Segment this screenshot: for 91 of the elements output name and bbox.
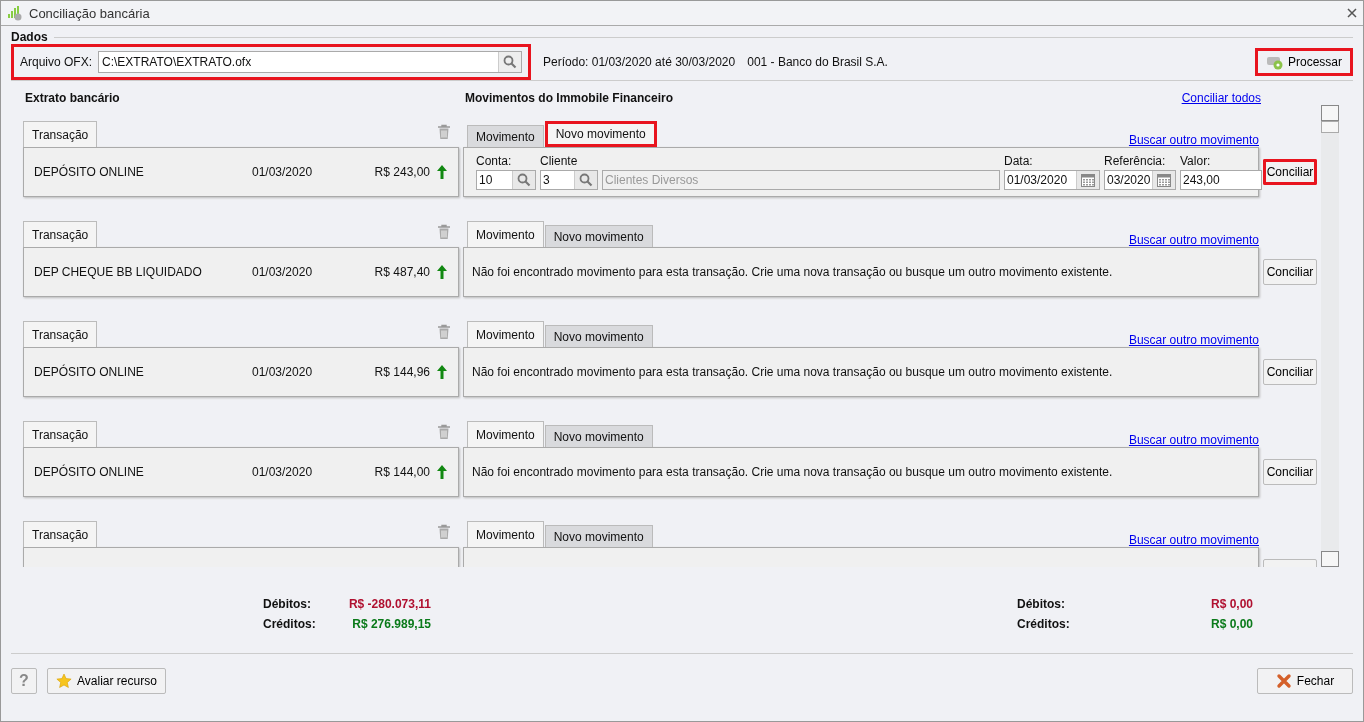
field-label: Conta: xyxy=(476,154,513,168)
column-title: Movimentos do Immobile Financeiro xyxy=(465,91,674,105)
trash-icon[interactable] xyxy=(437,324,451,340)
transaction-date: 01/03/2020 xyxy=(252,465,314,479)
process-button[interactable]: Processar xyxy=(1254,48,1353,76)
arrow-up-icon xyxy=(436,364,448,380)
arrow-up-icon xyxy=(436,164,448,180)
transaction-tab[interactable]: Transação xyxy=(23,521,98,547)
tab[interactable]: Novo movimento xyxy=(544,425,653,447)
value-field[interactable]: 243,00 xyxy=(1180,170,1262,190)
total-label: Débitos: xyxy=(1017,597,1066,611)
trash-icon[interactable] xyxy=(437,124,451,140)
calendar-icon[interactable] xyxy=(1156,172,1173,188)
total-label: Débitos: xyxy=(263,597,312,611)
transaction-amount: R$ 144,00 xyxy=(374,465,430,479)
date-field[interactable]: 01/03/2020 xyxy=(1004,170,1100,190)
tab[interactable]: Movimento xyxy=(467,321,544,347)
column-title: Extrato bancário xyxy=(25,91,121,105)
field-label: Valor: xyxy=(1180,154,1212,168)
tab[interactable]: Novo movimento xyxy=(544,225,653,247)
transaction-tab[interactable]: Transação xyxy=(23,121,98,147)
window-title: Conciliação bancária xyxy=(29,5,151,21)
close-button[interactable]: Fechar xyxy=(1257,668,1353,694)
transaction-description: DEPÓSITO ONLINE xyxy=(34,165,145,179)
search-icon[interactable] xyxy=(579,173,594,187)
search-other-link[interactable]: Buscar outro movimento xyxy=(1128,533,1259,547)
trash-icon[interactable] xyxy=(437,224,451,240)
transaction-date: 01/03/2020 xyxy=(252,165,314,179)
total-value: R$ 276.989,15 xyxy=(351,617,431,631)
tab[interactable]: Novo movimento xyxy=(544,525,653,547)
tab[interactable]: Movimento xyxy=(467,521,544,547)
search-other-link[interactable]: Buscar outro movimento xyxy=(1128,333,1259,347)
transaction-date: 01/03/2020 xyxy=(252,365,314,379)
reconcile-button[interactable]: Conciliar xyxy=(1263,459,1317,485)
transaction-tab[interactable]: Transação xyxy=(23,321,98,347)
scroll-thumb[interactable] xyxy=(1321,121,1339,133)
transaction-tab[interactable]: Transação xyxy=(23,221,98,247)
field-label: Referência: xyxy=(1104,154,1167,168)
arrow-up-icon xyxy=(436,264,448,280)
reconcile-button[interactable]: Conciliar xyxy=(1263,159,1317,185)
reference-field[interactable]: 03/2020 xyxy=(1104,170,1176,190)
transaction-description: DEP CHEQUE BB LIQUIDADO xyxy=(34,265,203,279)
account-field[interactable]: 10 xyxy=(476,170,536,190)
x-icon xyxy=(1275,673,1292,689)
client-name-field: Clientes Diversos xyxy=(602,170,1000,190)
process-icon xyxy=(1265,54,1284,70)
transaction-amount: R$ 144,96 xyxy=(374,365,430,379)
app-icon xyxy=(7,5,23,21)
transaction-amount: R$ 243,00 xyxy=(374,165,430,179)
period-text: Período: 01/03/2020 até 30/03/2020 xyxy=(543,55,736,69)
field-label: Data: xyxy=(1004,154,1034,168)
trash-icon[interactable] xyxy=(437,424,451,440)
message-text: Não foi encontrado movimento para esta transação. Crie uma nova transação ou busque um outro movimento existente. xyxy=(472,465,1113,479)
calendar-icon[interactable] xyxy=(1080,172,1097,188)
search-other-link[interactable]: Buscar outro movimento xyxy=(1128,133,1259,147)
search-icon[interactable] xyxy=(503,55,518,69)
field-label: Arquivo OFX: xyxy=(20,55,93,69)
field-label: Cliente xyxy=(540,154,579,168)
search-other-link[interactable]: Buscar outro movimento xyxy=(1128,433,1259,447)
star-icon xyxy=(56,673,72,689)
transaction-description: DEPÓSITO ONLINE xyxy=(34,465,145,479)
rate-button[interactable]: Avaliar recurso xyxy=(47,668,166,694)
trash-icon[interactable] xyxy=(437,524,451,540)
total-value: R$ 0,00 xyxy=(1209,597,1253,611)
bank-text: 001 - Banco do Brasil S.A. xyxy=(747,55,888,69)
message-text: Não foi encontrado movimento para esta transação. Crie uma nova transação ou busque um outro movimento existente. xyxy=(472,265,1113,279)
total-label: Créditos: xyxy=(1017,617,1071,631)
close-icon[interactable] xyxy=(1347,8,1357,18)
tab[interactable]: Novo movimento xyxy=(544,325,653,347)
total-label: Créditos: xyxy=(263,617,317,631)
tab[interactable]: Movimento xyxy=(467,421,544,447)
file-path-field[interactable]: C:\EXTRATO\EXTRATO.ofx xyxy=(98,51,523,73)
transaction-description: DEPÓSITO ONLINE xyxy=(34,365,145,379)
reconcile-button[interactable]: Conciliar xyxy=(1263,259,1317,285)
search-other-link[interactable]: Buscar outro movimento xyxy=(1128,233,1259,247)
tab[interactable]: Movimento xyxy=(467,125,544,147)
message-text: Não foi encontrado movimento para esta transação. Crie uma nova transação ou busque um outro movimento existente. xyxy=(472,365,1113,379)
arrow-up-icon xyxy=(436,464,448,480)
section-title: Dados xyxy=(11,30,48,44)
client-code-field[interactable]: 3 xyxy=(540,170,598,190)
reconcile-all-link[interactable]: Conciliar todos xyxy=(1181,91,1261,105)
total-value: R$ 0,00 xyxy=(1209,617,1253,631)
search-icon[interactable] xyxy=(517,173,532,187)
scrollbar[interactable] xyxy=(1321,105,1339,567)
total-value: R$ -280.073,11 xyxy=(347,597,431,611)
tab[interactable]: Novo movimento xyxy=(544,121,657,147)
tab[interactable]: Movimento xyxy=(467,221,544,247)
transaction-amount: R$ 487,40 xyxy=(374,265,430,279)
transaction-date: 01/03/2020 xyxy=(252,265,314,279)
transaction-tab[interactable]: Transação xyxy=(23,421,98,447)
reconcile-button[interactable]: Conciliar xyxy=(1263,359,1317,385)
